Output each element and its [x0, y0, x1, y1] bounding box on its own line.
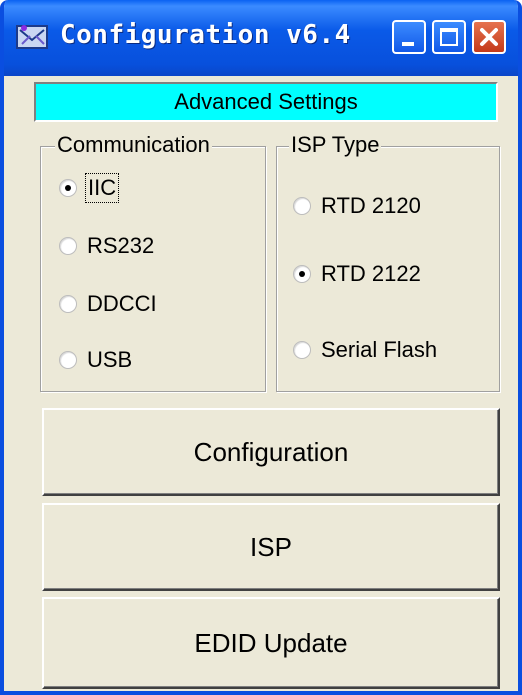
- radio-ddcci[interactable]: DDCCI: [59, 291, 157, 317]
- radio-serial-flash-label: Serial Flash: [321, 337, 438, 362]
- radio-usb-indicator[interactable]: [59, 351, 77, 369]
- communication-group: Communication IIC RS232 DDCCI USB: [40, 131, 266, 392]
- radio-serial-flash[interactable]: Serial Flash: [293, 337, 437, 363]
- radio-ddcci-label: DDCCI: [87, 291, 157, 316]
- edid-update-button[interactable]: EDID Update: [42, 597, 500, 689]
- isp-type-group: ISP Type RTD 2120 RTD 2122 Serial Flash: [276, 131, 500, 392]
- config-window: Configuration v6.4 Advanced Settings Com…: [0, 0, 522, 695]
- advanced-settings-banner: Advanced Settings: [34, 82, 498, 122]
- isp-button[interactable]: ISP: [42, 503, 500, 591]
- radio-iic-label: IIC: [84, 173, 120, 203]
- radio-rtd2122-indicator[interactable]: [293, 265, 311, 283]
- radio-rs232-indicator[interactable]: [59, 237, 77, 255]
- maximize-icon: [440, 28, 458, 46]
- minimize-icon: [402, 42, 414, 46]
- minimize-button[interactable]: [392, 20, 426, 54]
- isp-type-group-label: ISP Type: [289, 131, 382, 159]
- radio-iic[interactable]: IIC: [59, 173, 120, 203]
- radio-rtd2120-indicator[interactable]: [293, 197, 311, 215]
- configuration-button[interactable]: Configuration: [42, 408, 500, 496]
- window-title: Configuration v6.4: [60, 20, 351, 50]
- radio-usb[interactable]: USB: [59, 347, 132, 373]
- maximize-button[interactable]: [432, 20, 466, 54]
- communication-group-label: Communication: [55, 131, 212, 159]
- title-bar[interactable]: Configuration v6.4: [4, 0, 518, 76]
- radio-rtd2120-label: RTD 2120: [321, 193, 421, 218]
- radio-rtd2120[interactable]: RTD 2120: [293, 193, 421, 219]
- radio-rtd2122-label: RTD 2122: [321, 261, 421, 286]
- radio-usb-label: USB: [87, 347, 133, 372]
- close-button[interactable]: [472, 20, 506, 54]
- close-icon: [480, 28, 498, 46]
- radio-ddcci-indicator[interactable]: [59, 295, 77, 313]
- app-icon: [16, 25, 48, 49]
- radio-serial-flash-indicator[interactable]: [293, 341, 311, 359]
- radio-rs232[interactable]: RS232: [59, 233, 154, 259]
- radio-iic-indicator[interactable]: [59, 179, 77, 197]
- radio-rtd2122[interactable]: RTD 2122: [293, 261, 421, 287]
- radio-rs232-label: RS232: [87, 233, 155, 258]
